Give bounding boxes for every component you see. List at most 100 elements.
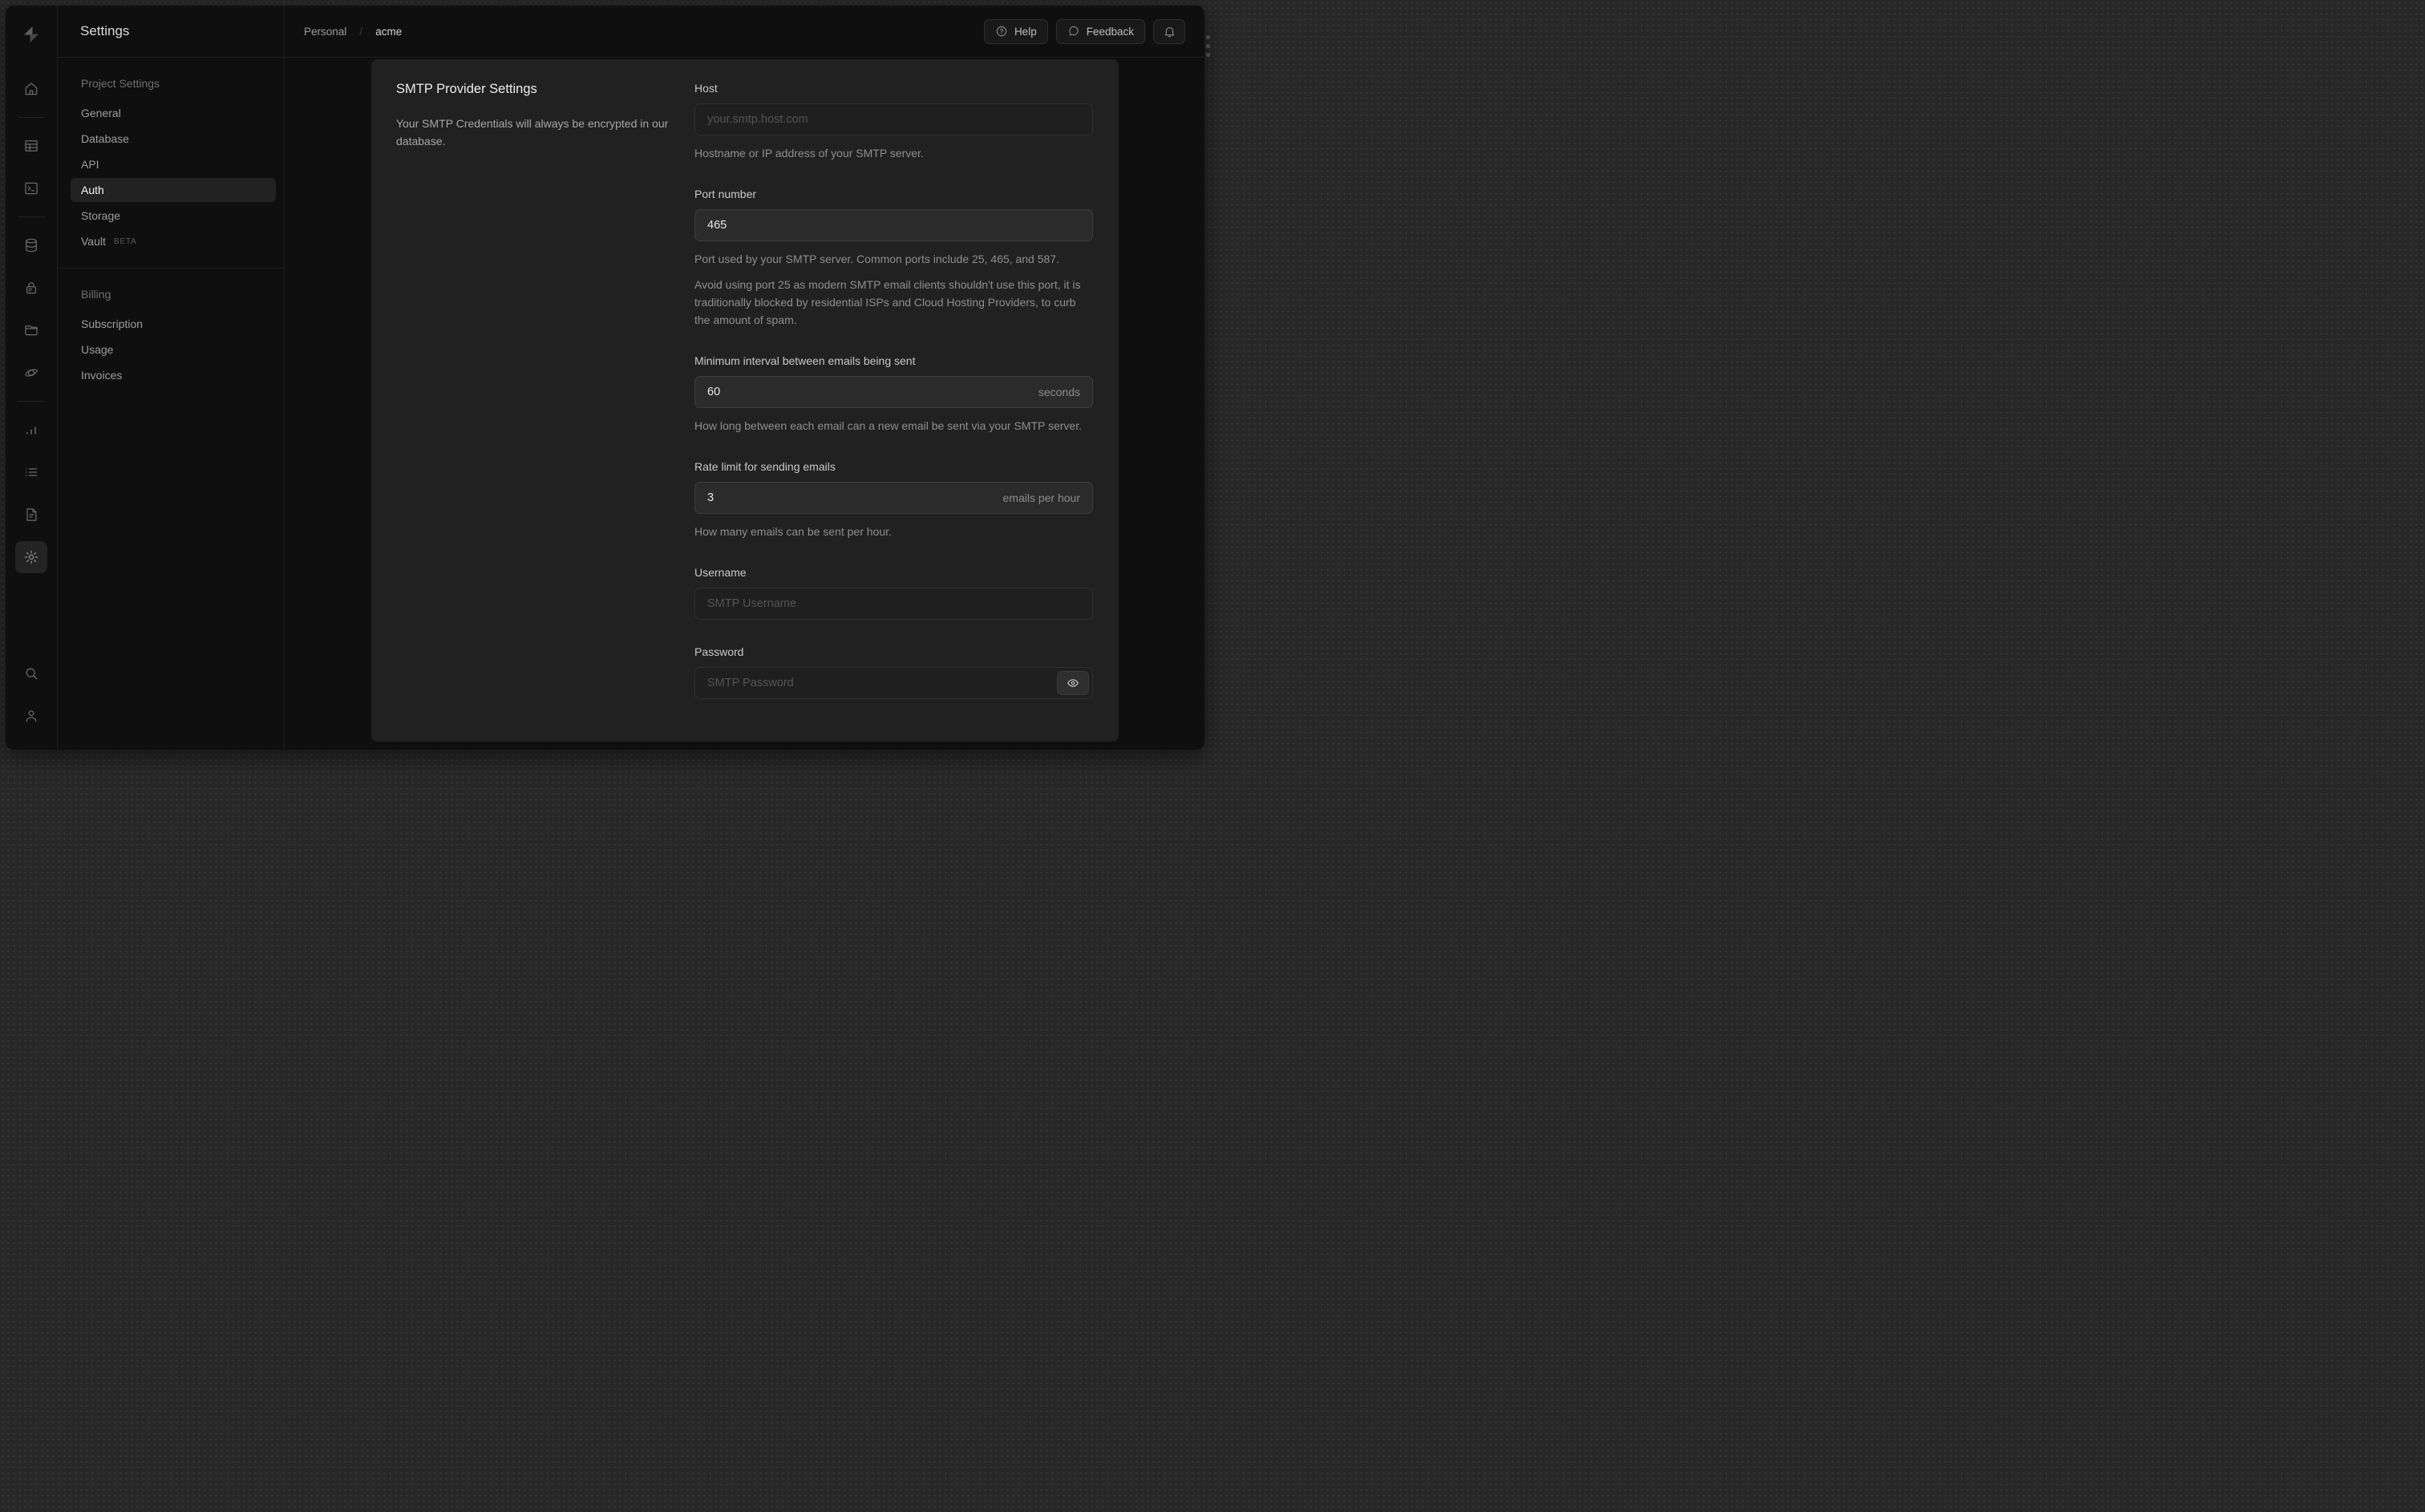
notifications-button[interactable] [1153,18,1185,44]
card-description: Your SMTP Credentials will always be enc… [396,117,669,148]
sidebar-item-general[interactable]: General [71,101,276,125]
table-editor-button[interactable] [15,130,47,162]
gear-icon [24,550,38,564]
breadcrumb-org[interactable]: Personal [304,26,346,38]
settings-button[interactable] [15,541,47,573]
settings-sidebar: Settings Project Settings General Databa… [58,6,285,750]
breadcrumb: Personal / acme [304,25,402,38]
user-icon [26,710,37,722]
interval-helper: How long between each email can a new em… [694,419,1082,432]
rate-limit-field-group: Rate limit for sending emails emails per… [694,460,1093,540]
port-field-group: Port number Port used by your SMTP serve… [694,188,1093,329]
topbar: Personal / acme Help Feedback [285,6,1204,58]
port-label: Port number [694,188,757,200]
sidebar-item-storage[interactable]: Storage [71,204,276,228]
topbar-actions: Help Feedback [983,18,1185,44]
rail-divider [18,401,45,402]
interval-input[interactable] [707,386,1029,398]
api-docs-button[interactable] [15,499,47,531]
interval-input-box: seconds [694,376,1093,408]
port-helper: Port used by your SMTP server. Common po… [694,253,1059,265]
sidebar-title: Settings [58,6,284,58]
speech-bubble-icon [1067,25,1080,38]
help-button[interactable]: Help [983,18,1048,44]
bell-icon [1163,25,1176,38]
auth-button[interactable] [15,272,47,304]
host-input-box [694,103,1093,135]
username-input[interactable] [707,597,1080,610]
reports-button[interactable] [15,414,47,446]
feedback-button[interactable]: Feedback [1055,18,1145,44]
database-button[interactable] [15,229,47,261]
username-input-box [694,588,1093,620]
card-title: SMTP Provider Settings [396,82,537,96]
host-helper: Hostname or IP address of your SMTP serv… [694,147,924,160]
storage-icon [25,325,38,336]
sql-editor-button[interactable] [15,172,47,204]
sidebar-item-usage[interactable]: Usage [71,338,276,362]
beta-badge: BETA [113,237,137,246]
section-label-billing: Billing [81,288,111,301]
eye-icon [1067,679,1079,687]
username-label: Username [694,566,747,579]
app-window: Settings Project Settings General Databa… [6,6,1204,750]
section-label-project-settings: Project Settings [81,77,160,90]
logs-button[interactable] [15,456,47,488]
sidebar-item-vault[interactable]: Vault BETA [71,229,276,253]
home-icon [25,83,38,95]
main-area: Personal / acme Help Feedback SMTP Provi… [285,6,1204,750]
rate-limit-helper: How many emails can be sent per hour. [694,525,892,538]
sidebar-divider [58,268,284,269]
sidebar-item-database[interactable]: Database [71,127,276,151]
icon-rail [6,6,58,750]
sidebar-item-subscription[interactable]: Subscription [71,312,276,336]
card-intro: SMTP Provider Settings Your SMTP Credent… [396,80,694,742]
password-field-group: Password [694,645,1093,699]
search-button[interactable] [15,657,47,689]
rail-divider [18,117,45,118]
database-icon [26,238,37,253]
password-input[interactable] [707,677,1080,689]
rate-limit-input[interactable] [707,491,994,504]
profile-button[interactable] [15,700,47,732]
lock-icon [26,282,37,294]
host-input[interactable] [707,113,1080,126]
port-input[interactable] [707,219,1080,232]
port-input-box [694,209,1093,241]
search-icon [26,668,38,680]
breadcrumb-separator: / [359,25,363,38]
edge-functions-icon [25,369,38,377]
sidebar-item-invoices[interactable]: Invoices [71,363,276,387]
sidebar-item-auth[interactable]: Auth [71,178,276,202]
sidebar-item-api[interactable]: API [71,152,276,176]
sql-editor-icon [25,182,38,195]
rate-limit-unit: emails per hour [1002,491,1081,504]
supabase-logo[interactable] [15,18,47,51]
home-button[interactable] [15,73,47,105]
host-label: Host [694,82,718,95]
sidebar-title-text: Settings [80,23,130,38]
reveal-password-button[interactable] [1057,671,1089,695]
page-scrollbar[interactable] [1206,35,1210,57]
table-editor-icon [25,140,38,152]
breadcrumb-project[interactable]: acme [375,26,402,38]
rail-divider [18,216,45,217]
help-circle-icon [995,25,1008,38]
port-helper-2: Avoid using port 25 as modern SMTP email… [694,278,1081,326]
interval-label: Minimum interval between emails being se… [694,354,916,367]
logs-icon [26,468,38,476]
smtp-form: Host Hostname or IP address of your SMTP… [694,80,1093,742]
smtp-settings-card: SMTP Provider Settings Your SMTP Credent… [371,59,1119,742]
rate-limit-label: Rate limit for sending emails [694,460,836,473]
content-area: SMTP Provider Settings Your SMTP Credent… [285,58,1204,750]
storage-button[interactable] [15,314,47,346]
sidebar-nav: Project Settings General Database API Au… [58,58,284,389]
host-field-group: Host Hostname or IP address of your SMTP… [694,82,1093,162]
document-icon [26,508,37,521]
password-input-box [694,667,1093,699]
password-label: Password [694,645,744,658]
edge-functions-button[interactable] [15,357,47,389]
reports-icon [26,427,36,435]
interval-field-group: Minimum interval between emails being se… [694,354,1093,435]
rate-limit-input-box: emails per hour [694,482,1093,514]
